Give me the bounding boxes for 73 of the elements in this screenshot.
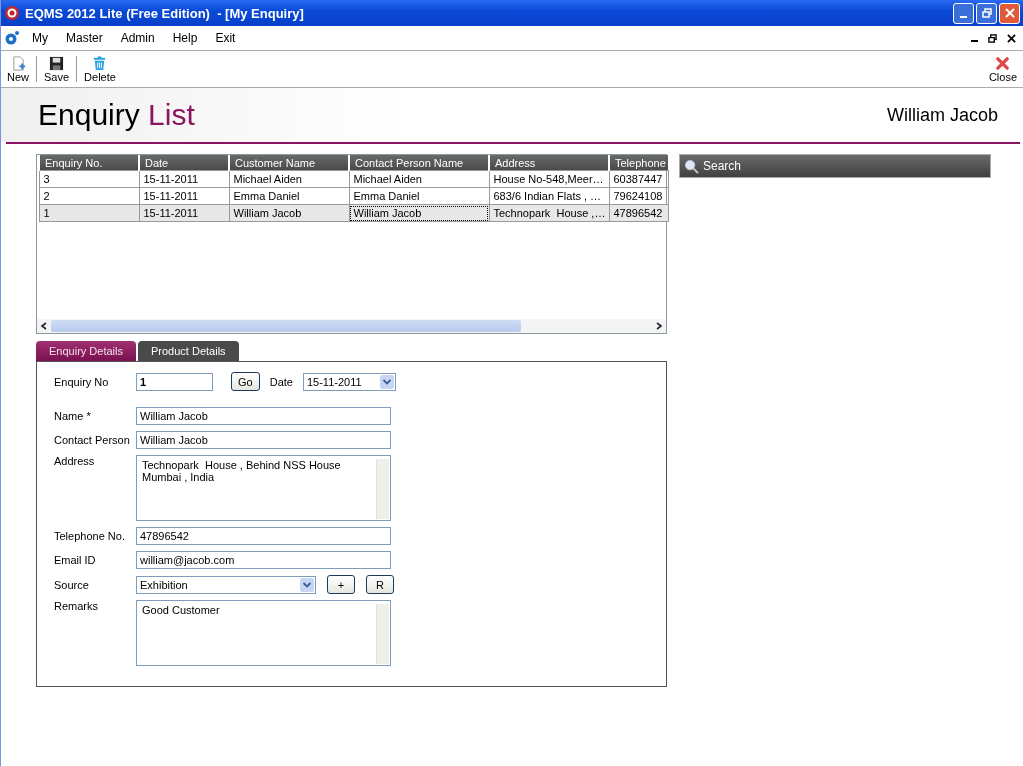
- menu-item[interactable]: Admin: [120, 31, 155, 45]
- new-document-icon: [10, 55, 26, 71]
- search-icon: [684, 158, 699, 174]
- table-cell: House No-548,Meer…: [489, 170, 609, 188]
- table-cell: 3: [39, 170, 139, 188]
- menu-item[interactable]: Master: [66, 31, 103, 45]
- minimize-button[interactable]: [953, 2, 974, 24]
- menu-item[interactable]: Exit: [215, 31, 236, 45]
- column-header[interactable]: Customer Name: [229, 155, 349, 171]
- table-cell: 15-11-2011: [139, 187, 229, 205]
- go-button[interactable]: Go: [231, 372, 260, 391]
- vertical-scrollbar[interactable]: [376, 604, 389, 664]
- column-header[interactable]: Contact Person Name: [349, 155, 489, 171]
- table-row[interactable]: 3 15-11-2011 Michael Aiden Michael Aiden House No-548,Meer… 60387447: [39, 170, 668, 188]
- enquiry-number-field[interactable]: 1: [136, 372, 213, 391]
- target-icon: [4, 5, 20, 21]
- text-area[interactable]: Technopark House , Behind NSS House Mumbai , India: [136, 455, 391, 521]
- window-title: EQMS 2012 Lite (Free Edition) - [My Enquiry]: [25, 5, 304, 21]
- toolbar-button[interactable]: Delete: [82, 55, 118, 83]
- tab[interactable]: Product Details: [138, 341, 239, 361]
- toolbar-button[interactable]: Save: [42, 55, 72, 83]
- field-label: Enquiry No: [54, 375, 110, 388]
- text-field[interactable]: William Jacob: [136, 431, 391, 449]
- tab[interactable]: Enquiry Details: [36, 341, 136, 361]
- table-cell: 60387447: [609, 170, 668, 188]
- restore-button[interactable]: [976, 2, 997, 24]
- field-label: Telephone No.: [54, 530, 126, 542]
- trash-icon: [92, 55, 108, 71]
- close-icon: [995, 55, 1011, 71]
- column-header[interactable]: Date: [139, 155, 229, 171]
- minimize-icon: [959, 16, 967, 18]
- close-icon: [1004, 8, 1015, 18]
- column-header[interactable]: Enquiry No.: [39, 155, 139, 171]
- small-button[interactable]: R: [366, 575, 394, 594]
- search-bar[interactable]: Search: [679, 154, 991, 178]
- table-row[interactable]: 1 15-11-2011 William Jacob William Jacob Technopark House ,… 47896542: [39, 204, 668, 222]
- field-label: Address: [54, 455, 96, 467]
- table-row[interactable]: 2 15-11-2011 Emma Daniel Emma Daniel 683/6 Indian Flats , … 79624108: [39, 187, 668, 205]
- restore-icon[interactable]: [988, 33, 997, 43]
- table-cell: 2: [39, 187, 139, 205]
- source-dropdown[interactable]: Exhibition: [136, 575, 316, 594]
- table-cell: Emma Daniel: [229, 187, 349, 205]
- date-dropdown[interactable]: 15-11-2011: [302, 372, 396, 391]
- column-header[interactable]: Telephone: [609, 155, 668, 171]
- text-area[interactable]: Good Customer: [136, 600, 391, 666]
- page-title: Enquiry List: [38, 98, 195, 132]
- field-label: Name *: [54, 410, 92, 422]
- field-label: Date: [269, 375, 293, 388]
- field-label: Source: [54, 578, 90, 591]
- restore-icon: [981, 8, 992, 18]
- menu-item[interactable]: Help: [172, 31, 198, 45]
- field-label: Email ID: [54, 554, 97, 566]
- horizontal-scrollbar[interactable]: [37, 319, 666, 333]
- text-field[interactable]: william@jacob.com: [136, 551, 391, 569]
- field-label: Remarks: [54, 600, 99, 612]
- text-field[interactable]: 47896542: [136, 527, 391, 545]
- table-cell: 683/6 Indian Flats , …: [489, 187, 609, 205]
- close-icon[interactable]: [1007, 33, 1016, 43]
- toolbar-button[interactable]: New: [5, 55, 31, 83]
- table-cell: Emma Daniel: [349, 187, 489, 205]
- field-label: Contact Person: [54, 434, 131, 446]
- close-button[interactable]: [999, 2, 1020, 24]
- menu-item[interactable]: My: [32, 31, 48, 45]
- text-field[interactable]: William Jacob: [136, 407, 391, 425]
- table-cell: Michael Aiden: [349, 170, 489, 188]
- table-cell: 79624108: [609, 187, 668, 205]
- table-cell: 15-11-2011: [139, 170, 229, 188]
- user-name: William Jacob: [886, 104, 998, 126]
- vertical-scrollbar[interactable]: [376, 459, 389, 519]
- table-cell: Michael Aiden: [229, 170, 349, 188]
- close-button[interactable]: Close: [986, 55, 1019, 83]
- small-button[interactable]: +: [327, 575, 355, 594]
- column-header[interactable]: Address: [489, 155, 609, 171]
